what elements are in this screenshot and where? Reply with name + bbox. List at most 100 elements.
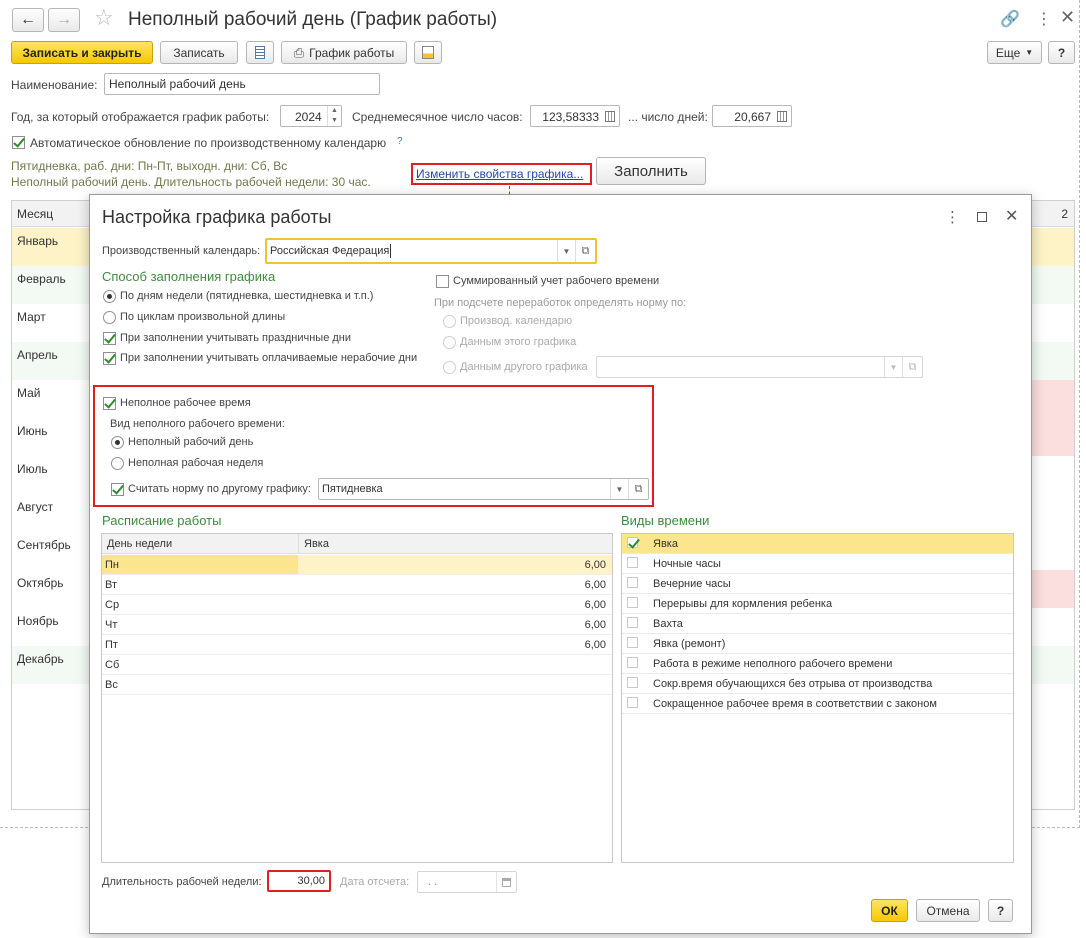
norm-by-other-radio[interactable] xyxy=(443,361,456,374)
time-type-checkbox[interactable] xyxy=(627,617,638,628)
time-type-item[interactable]: Работа в режиме неполного рабочего време… xyxy=(622,654,1013,674)
link-icon[interactable]: 🔗 xyxy=(1000,9,1020,29)
schedule-day-cell: Чт xyxy=(105,618,118,631)
cancel-button[interactable]: Отмена xyxy=(916,899,980,922)
parttime-week-radio[interactable] xyxy=(111,457,124,470)
time-types-title: Виды времени xyxy=(621,513,710,528)
time-type-item[interactable]: Перерывы для кормления ребенка xyxy=(622,594,1013,614)
schedule-value-cell: 6,00 xyxy=(584,558,606,571)
save-close-button[interactable]: Записать и закрыть xyxy=(11,41,153,64)
norm-by-calendar-radio[interactable] xyxy=(443,315,456,328)
schedule-row[interactable]: Сб xyxy=(102,655,612,675)
more-vert-icon[interactable]: ⋮ xyxy=(945,208,960,226)
open-icon[interactable]: ⧉ xyxy=(902,357,922,377)
schedule-value-cell: 6,00 xyxy=(584,618,606,631)
schedule-row[interactable]: Пн 6,00 xyxy=(102,555,612,575)
time-type-item[interactable]: Вахта xyxy=(622,614,1013,634)
stepper-icon[interactable]: ▲ ▼ xyxy=(327,106,341,126)
dropdown-arrow-icon[interactable]: ▼ xyxy=(557,240,575,262)
schedule-row[interactable]: Чт 6,00 xyxy=(102,615,612,635)
norm-other-select[interactable]: Пятидневка ▼ ⧉ xyxy=(318,478,649,500)
ok-button[interactable]: ОК xyxy=(871,899,908,922)
time-type-checkbox[interactable] xyxy=(627,597,638,608)
other-schedule-select[interactable]: ▼ ⧉ xyxy=(596,356,923,378)
name-input[interactable]: Неполный рабочий день xyxy=(104,73,380,95)
time-type-checkbox[interactable] xyxy=(627,537,638,548)
dialog-title: Настройка графика работы xyxy=(102,207,332,227)
norm-by-this-label: Данным этого графика xyxy=(460,336,577,348)
auto-update-label: Автоматическое обновление по производств… xyxy=(30,136,387,150)
time-type-item[interactable]: Ночные часы xyxy=(622,554,1013,574)
consider-paid-nonwork-checkbox[interactable] xyxy=(103,352,116,365)
dialog-help-button[interactable]: ? xyxy=(988,899,1013,922)
calculator-icon[interactable] xyxy=(777,111,787,122)
time-type-item[interactable]: Вечерние часы xyxy=(622,574,1013,594)
calendar-icon[interactable] xyxy=(496,872,516,892)
prod-calendar-select[interactable]: Российская Федерация ▼ ⧉ xyxy=(265,238,597,264)
forward-button[interactable]: → xyxy=(48,8,80,32)
norm-by-this-radio[interactable] xyxy=(443,336,456,349)
time-type-checkbox[interactable] xyxy=(627,637,638,648)
overtime-norm-label: При подсчете переработок определять норм… xyxy=(434,297,687,309)
name-label: Наименование: xyxy=(11,78,98,92)
consider-holidays-checkbox[interactable] xyxy=(103,332,116,345)
time-type-checkbox[interactable] xyxy=(627,677,638,688)
year-input[interactable]: 2024 ▲ ▼ xyxy=(280,105,342,127)
time-type-item[interactable]: Сокр.время обучающихся без отрыва от про… xyxy=(622,674,1013,694)
schedule-print-button[interactable]: ⎙ График работы xyxy=(281,41,407,64)
help-question-icon[interactable]: ? xyxy=(397,136,403,147)
auto-update-checkbox[interactable] xyxy=(12,136,25,149)
calendar-report-button[interactable] xyxy=(414,41,442,64)
calendar-doc-icon xyxy=(422,46,434,59)
time-type-item[interactable]: Явка (ремонт) xyxy=(622,634,1013,654)
days-input[interactable]: 20,667 xyxy=(712,105,792,127)
help-button[interactable]: ? xyxy=(1048,41,1075,64)
schedule-table: День недели Явка Пн 6,00 Вт 6,00 Ср 6,00 Чт 6,0… xyxy=(101,533,613,863)
dropdown-arrow-icon[interactable]: ▼ xyxy=(884,357,902,377)
schedule-day-cell: Вт xyxy=(105,578,118,591)
summed-accounting-checkbox[interactable] xyxy=(436,275,449,288)
fill-button[interactable]: Заполнить xyxy=(596,157,706,185)
week-length-label: Длительность рабочей недели: xyxy=(102,876,262,888)
close-window-icon[interactable]: ✕ xyxy=(1060,7,1075,28)
maximize-icon[interactable] xyxy=(977,212,987,222)
schedule-rows: Пн 6,00 Вт 6,00 Ср 6,00 Чт 6,00 Пт 6,00 Сб Вс xyxy=(102,555,612,862)
time-type-item[interactable]: Сокращенное рабочее время в соответствии… xyxy=(622,694,1013,714)
window-title: Неполный рабочий день (График работы) xyxy=(128,9,498,30)
report-button[interactable] xyxy=(246,41,274,64)
summed-accounting-label: Суммированный учет рабочего времени xyxy=(453,275,660,287)
ref-date-input[interactable]: . . xyxy=(417,871,517,893)
save-button[interactable]: Записать xyxy=(160,41,238,64)
parttime-checkbox[interactable] xyxy=(103,397,116,410)
open-icon[interactable]: ⧉ xyxy=(575,240,595,262)
time-type-checkbox[interactable] xyxy=(627,577,638,588)
fill-method-title: Способ заполнения графика xyxy=(102,269,276,284)
change-properties-link[interactable]: Изменить свойства графика... xyxy=(416,167,583,181)
fill-by-cycles-radio[interactable] xyxy=(103,311,116,324)
dropdown-arrow-icon[interactable]: ▼ xyxy=(610,479,628,499)
prod-calendar-label: Производственный календарь: xyxy=(102,245,261,257)
favorite-star-icon[interactable]: ☆ xyxy=(94,5,114,31)
time-type-checkbox[interactable] xyxy=(627,697,638,708)
schedule-row[interactable]: Вт 6,00 xyxy=(102,575,612,595)
fill-by-weekdays-radio[interactable] xyxy=(103,290,116,303)
close-dialog-icon[interactable]: ✕ xyxy=(1005,206,1018,226)
open-icon[interactable]: ⧉ xyxy=(628,479,648,499)
avg-hours-input[interactable]: 123,58333 xyxy=(530,105,620,127)
more-vert-icon[interactable]: ⋮ xyxy=(1036,9,1052,29)
parttime-day-radio[interactable] xyxy=(111,436,124,449)
norm-other-checkbox[interactable] xyxy=(111,483,124,496)
time-type-checkbox[interactable] xyxy=(627,657,638,668)
avg-hours-label: Среднемесячное число часов: xyxy=(352,110,523,124)
schedule-row[interactable]: Ср 6,00 xyxy=(102,595,612,615)
document-list-icon xyxy=(255,46,265,59)
schedule-value-cell: 6,00 xyxy=(584,598,606,611)
back-button[interactable]: ← xyxy=(12,8,44,32)
time-type-item[interactable]: Явка xyxy=(622,534,1013,554)
schedule-row[interactable]: Пт 6,00 xyxy=(102,635,612,655)
more-button[interactable]: Еще ▼ xyxy=(987,41,1042,64)
calculator-icon[interactable] xyxy=(605,111,615,122)
time-type-checkbox[interactable] xyxy=(627,557,638,568)
schedule-row[interactable]: Вс xyxy=(102,675,612,695)
week-length-input[interactable]: 30,00 xyxy=(267,870,331,892)
